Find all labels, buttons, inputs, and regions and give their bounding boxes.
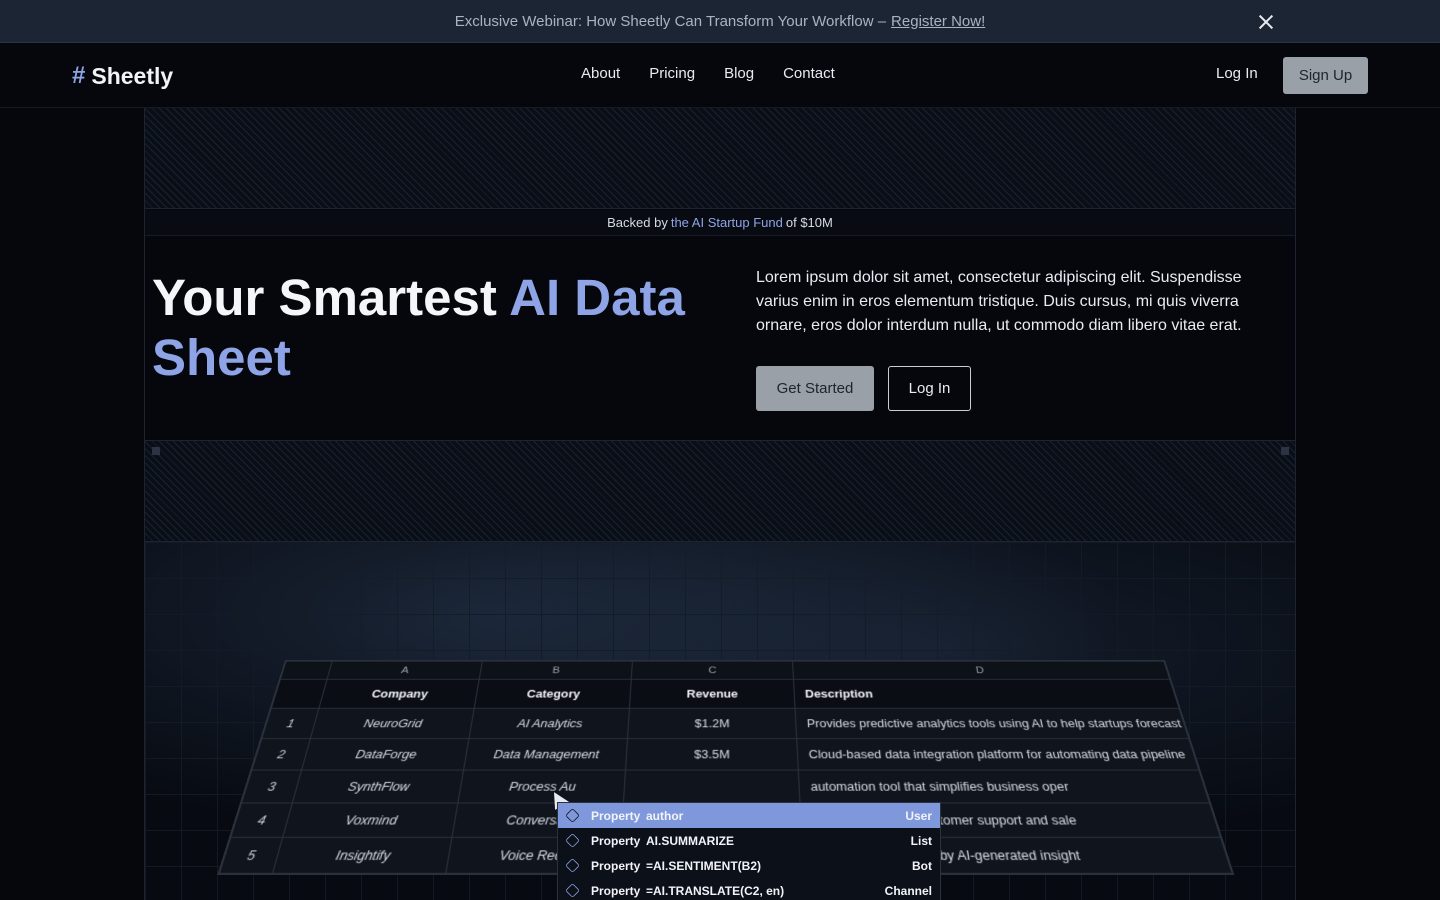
column-letter[interactable]: D: [792, 661, 1170, 680]
hatch-divider-top: [145, 108, 1295, 209]
nav-link-about[interactable]: About: [581, 65, 620, 82]
item-type: Bot: [912, 858, 932, 873]
nav-link-pricing[interactable]: Pricing: [649, 65, 695, 82]
cube-icon: [565, 883, 580, 898]
item-value: =AI.TRANSLATE(C2, en): [646, 883, 785, 898]
table-cell[interactable]: automation tool that simplifies business…: [798, 770, 1210, 803]
item-key: Property: [591, 808, 641, 823]
item-type: User: [905, 808, 932, 823]
corner-marker-right: [1281, 447, 1289, 455]
column-letter[interactable]: B: [479, 661, 633, 680]
table-cell[interactable]: Cloud-based data integration platform fo…: [796, 738, 1199, 771]
table-cell[interactable]: [623, 770, 801, 803]
cube-icon: [565, 833, 580, 848]
column-letter[interactable]: A: [327, 661, 483, 680]
backed-highlight: the AI Startup Fund: [670, 215, 783, 230]
nav-link-blog[interactable]: Blog: [724, 65, 754, 82]
table-cell[interactable]: Provides predictive analytics tools usin…: [795, 708, 1189, 739]
get-started-button[interactable]: Get Started: [756, 366, 874, 411]
column-letter[interactable]: C: [631, 661, 794, 680]
table-cell[interactable]: Voxmind: [282, 802, 458, 838]
login-link[interactable]: Log In: [1216, 65, 1258, 82]
formula-autocomplete-popup: Property author User Property AI.SUMMARI…: [557, 802, 941, 900]
corner-cell: [280, 661, 333, 680]
nav-link-contact[interactable]: Contact: [783, 65, 835, 82]
announcement-bar: Exclusive Webinar: How Sheetly Can Trans…: [0, 0, 1440, 43]
hero-frame: Backed by the AI Startup Fund of $10M Yo…: [144, 108, 1296, 900]
backed-prefix: Backed by: [607, 215, 668, 230]
hatch-divider-middle: [145, 440, 1295, 542]
nav-links: About Pricing Blog Contact: [581, 65, 835, 82]
table-cell[interactable]: Data Management: [463, 738, 628, 771]
item-key: Property: [591, 858, 641, 873]
signup-button[interactable]: Sign Up: [1283, 57, 1368, 94]
autocomplete-item[interactable]: Property =AI.SENTIMENT(B2) Bot: [558, 853, 940, 878]
table-cell[interactable]: AI Analytics: [468, 708, 630, 739]
table-cell[interactable]: $1.2M: [627, 708, 797, 739]
table-row: 3 SynthFlow Process Au automation tool t…: [241, 770, 1210, 803]
hash-icon: #: [72, 62, 86, 89]
autocomplete-item[interactable]: Property author User: [558, 803, 940, 828]
item-type: List: [910, 833, 932, 848]
backed-by-banner: Backed by the AI Startup Fund of $10M: [145, 210, 1295, 236]
item-value: author: [646, 808, 684, 823]
column-letter-row: A B C D: [280, 661, 1170, 680]
table-cell[interactable]: Insightify: [272, 837, 452, 874]
hero-title: Your Smartest AI Data Sheet: [152, 268, 712, 388]
cube-icon: [565, 808, 580, 823]
register-link[interactable]: Register Now!: [891, 13, 985, 30]
item-key: Property: [591, 833, 641, 848]
backed-suffix: of $10M: [785, 215, 833, 230]
header-cell[interactable]: Description: [793, 679, 1180, 709]
row-number[interactable]: 1: [261, 708, 319, 739]
table-cell[interactable]: NeuroGrid: [310, 708, 475, 739]
corner-marker-left: [152, 447, 160, 455]
table-cell[interactable]: $3.5M: [625, 738, 799, 771]
header-cell[interactable]: Revenue: [629, 679, 796, 709]
top-nav: # Sheetly About Pricing Blog Contact Log…: [0, 43, 1440, 108]
table-row: 1 NeuroGrid AI Analytics $1.2M Provides …: [261, 708, 1189, 739]
spreadsheet-showcase: A B C D Company Category Revenue Descrip…: [145, 542, 1295, 900]
announcement-text: Exclusive Webinar: How Sheetly Can Trans…: [454, 12, 887, 30]
item-type: Channel: [884, 883, 932, 898]
hero-login-button[interactable]: Log In: [888, 366, 971, 411]
item-key: Property: [591, 883, 641, 898]
item-value: =AI.SENTIMENT(B2): [646, 858, 762, 873]
hero-description: Lorem ipsum dolor sit amet, consectetur …: [756, 269, 1242, 334]
hero-title-plain: Your Smartest: [152, 269, 497, 326]
autocomplete-item[interactable]: Property AI.SUMMARIZE List: [558, 828, 940, 853]
brand-name: Sheetly: [91, 62, 174, 89]
header-corner: [271, 679, 328, 709]
table-cell[interactable]: DataForge: [301, 738, 469, 771]
item-value: AI.SUMMARIZE: [646, 833, 734, 848]
autocomplete-item[interactable]: Property =AI.TRANSLATE(C2, en) Channel: [558, 878, 940, 900]
header-row: Company Category Revenue Description: [271, 679, 1180, 709]
close-icon[interactable]: [1256, 12, 1276, 32]
table-cell[interactable]: SynthFlow: [292, 770, 464, 803]
cube-icon: [565, 858, 580, 873]
header-cell[interactable]: Category: [474, 679, 632, 709]
header-cell[interactable]: Company: [318, 679, 480, 709]
table-row: 2 DataForge Data Management $3.5M Cloud-…: [251, 738, 1199, 771]
brand-logo[interactable]: # Sheetly: [72, 62, 173, 90]
table-cell[interactable]: Process Au: [457, 770, 626, 803]
